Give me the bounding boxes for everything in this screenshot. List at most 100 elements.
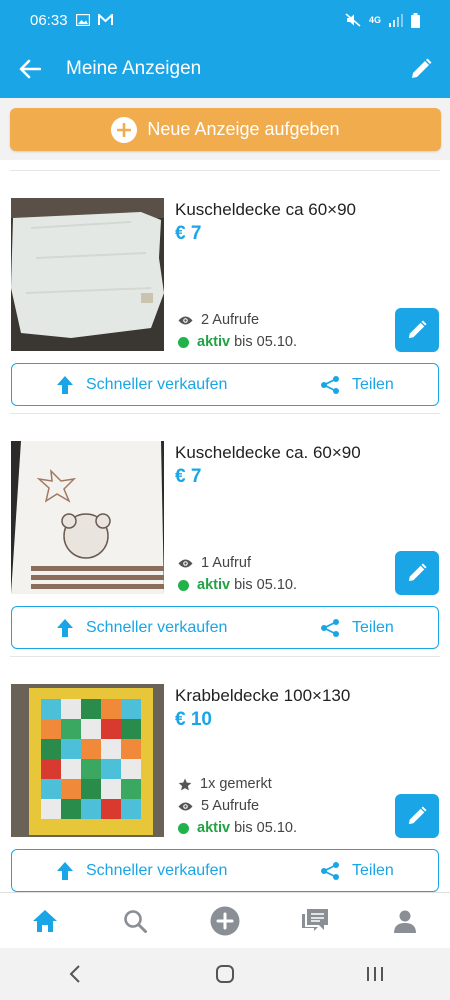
status-until: bis 05.10. xyxy=(234,334,297,350)
views-row: 1 Aufruf xyxy=(178,555,251,571)
status-row: aktiv bis 05.10. xyxy=(178,820,297,836)
active-status-dot xyxy=(178,336,189,348)
views-count: 1 Aufruf xyxy=(201,555,251,571)
system-back-button[interactable] xyxy=(45,948,105,1000)
eye-icon xyxy=(178,316,193,324)
messages-icon xyxy=(302,909,328,931)
ad-title[interactable]: Kuscheldecke ca. 60×90 xyxy=(175,443,361,463)
arrow-up-icon xyxy=(57,862,73,880)
profile-icon xyxy=(394,910,416,933)
divider xyxy=(10,413,440,414)
nav-profile[interactable] xyxy=(375,893,435,949)
pencil-icon xyxy=(412,58,432,78)
network-type-label: 4G xyxy=(368,14,381,25)
add-circle-icon xyxy=(210,906,240,936)
signal-icon xyxy=(389,13,403,27)
ad-card: Kuscheldecke ca 60×90 € 7 2 Aufrufe akti… xyxy=(0,170,450,413)
arrow-back-icon xyxy=(19,59,41,79)
sell-faster-button[interactable]: Schneller verkaufen xyxy=(56,618,227,638)
home-icon xyxy=(33,910,57,932)
saved-count: 1x gemerkt xyxy=(200,776,272,792)
system-navigation-bar xyxy=(0,948,450,1000)
pencil-icon xyxy=(408,563,427,582)
back-button[interactable] xyxy=(0,40,60,98)
sell-faster-button[interactable]: Schneller verkaufen xyxy=(56,861,227,881)
ad-price: € 7 xyxy=(175,466,202,487)
ad-actions: Schneller verkaufen Teilen xyxy=(11,606,439,649)
share-button[interactable]: Teilen xyxy=(320,375,394,395)
new-ad-button[interactable]: Neue Anzeige aufgeben xyxy=(10,108,441,151)
ad-title[interactable]: Kuscheldecke ca 60×90 xyxy=(175,200,356,220)
pencil-icon xyxy=(408,806,427,825)
share-label: Teilen xyxy=(352,376,394,393)
ad-price: € 10 xyxy=(175,709,212,730)
share-icon xyxy=(321,619,339,637)
ad-actions: Schneller verkaufen Teilen xyxy=(11,849,439,892)
plus-icon xyxy=(111,116,138,143)
active-status-dot xyxy=(178,822,189,834)
ad-price: € 7 xyxy=(175,223,202,244)
ad-card: Kuscheldecke ca. 60×90 € 7 1 Aufruf akti… xyxy=(0,413,450,656)
new-ad-label: Neue Anzeige aufgeben xyxy=(147,119,340,139)
ad-card: Krabbeldecke 100×130 € 10 1x gemerkt 5 A… xyxy=(0,656,450,892)
views-count: 2 Aufrufe xyxy=(201,312,260,328)
edit-ad-button[interactable] xyxy=(395,308,439,352)
search-icon xyxy=(124,910,147,933)
active-status-dot xyxy=(178,579,189,591)
edit-mode-button[interactable] xyxy=(392,40,450,98)
sell-faster-label: Schneller verkaufen xyxy=(86,619,228,636)
ad-thumbnail[interactable] xyxy=(11,684,164,837)
arrow-up-icon xyxy=(57,619,73,637)
mail-notification-icon xyxy=(97,14,113,26)
share-icon xyxy=(321,376,339,394)
page-title: Meine Anzeigen xyxy=(66,58,202,79)
status-badge: aktiv xyxy=(197,820,231,836)
system-recents-button[interactable] xyxy=(345,948,405,1000)
status-badge: aktiv xyxy=(197,334,231,350)
share-button[interactable]: Teilen xyxy=(320,861,394,881)
status-row: aktiv bis 05.10. xyxy=(178,577,297,593)
status-until: bis 05.10. xyxy=(234,577,297,593)
ad-thumbnail[interactable] xyxy=(11,198,164,351)
eye-icon xyxy=(178,802,193,810)
sell-faster-label: Schneller verkaufen xyxy=(86,376,228,393)
status-bar: 06:33 4G xyxy=(0,0,450,40)
edit-ad-button[interactable] xyxy=(395,551,439,595)
nav-home[interactable] xyxy=(15,893,75,949)
share-label: Teilen xyxy=(352,862,394,879)
edit-ad-button[interactable] xyxy=(395,794,439,838)
status-badge: aktiv xyxy=(197,577,231,593)
nav-messages[interactable] xyxy=(285,893,345,949)
views-row: 5 Aufrufe xyxy=(178,798,259,814)
system-home-button[interactable] xyxy=(195,948,255,1000)
star-icon xyxy=(178,778,192,790)
share-icon xyxy=(321,862,339,880)
app-bar: Meine Anzeigen xyxy=(0,40,450,98)
nav-add[interactable] xyxy=(195,893,255,949)
nav-search[interactable] xyxy=(105,893,165,949)
gallery-notification-icon xyxy=(75,14,90,26)
bottom-navigation xyxy=(0,892,450,949)
sell-faster-label: Schneller verkaufen xyxy=(86,862,228,879)
chevron-left-icon xyxy=(69,965,80,983)
mute-icon xyxy=(345,13,361,27)
home-square-icon xyxy=(216,965,234,983)
ad-list[interactable]: Kuscheldecke ca 60×90 € 7 2 Aufrufe akti… xyxy=(0,160,450,892)
pencil-icon xyxy=(408,320,427,339)
status-row: aktiv bis 05.10. xyxy=(178,334,297,350)
ad-actions: Schneller verkaufen Teilen xyxy=(11,363,439,406)
ad-title[interactable]: Krabbeldecke 100×130 xyxy=(175,686,350,706)
recents-icon xyxy=(367,967,383,981)
views-count: 5 Aufrufe xyxy=(201,798,260,814)
battery-icon xyxy=(411,12,420,28)
ad-thumbnail[interactable] xyxy=(11,441,164,594)
divider xyxy=(10,170,440,171)
eye-icon xyxy=(178,559,193,567)
status-until: bis 05.10. xyxy=(234,820,297,836)
divider xyxy=(10,656,440,657)
status-time: 06:33 xyxy=(30,11,68,29)
arrow-up-icon xyxy=(57,376,73,394)
share-button[interactable]: Teilen xyxy=(320,618,394,638)
views-row: 2 Aufrufe xyxy=(178,312,259,328)
sell-faster-button[interactable]: Schneller verkaufen xyxy=(56,375,227,395)
